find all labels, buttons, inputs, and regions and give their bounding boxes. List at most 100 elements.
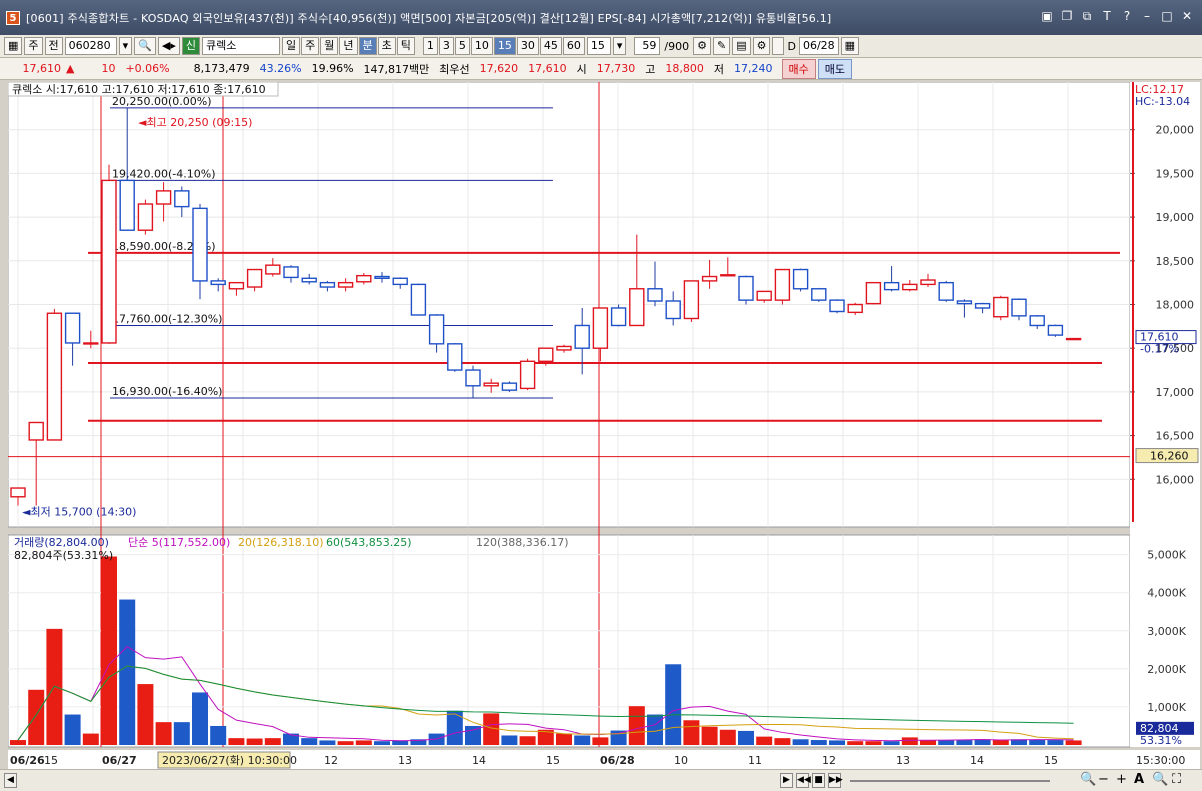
volume-bar — [992, 740, 1009, 745]
settings-icon[interactable]: ⚙ — [752, 37, 771, 55]
candle-body — [974, 302, 991, 309]
buy-button[interactable]: 매수 — [781, 58, 816, 79]
period-button-1[interactable]: 주 — [301, 37, 320, 55]
volume-header: 거래량(82,804.00) — [14, 536, 109, 549]
period-button-3[interactable]: 년 — [339, 37, 358, 55]
candle-body — [228, 281, 245, 290]
x-axis-label: 15 — [1044, 754, 1058, 767]
close-icon[interactable]: ✕ — [1180, 9, 1194, 24]
candle-body — [774, 268, 791, 301]
chart-type-icon[interactable]: ▦ — [4, 37, 23, 55]
ask-price: 17,620 — [479, 62, 519, 75]
fib-label: 20,250.00(0.00%) — [112, 95, 212, 108]
interval-button-2[interactable]: 5 — [454, 37, 470, 55]
save-icon[interactable]: ▤ — [732, 37, 751, 55]
date-checkbox[interactable] — [772, 37, 785, 55]
scroll-first-button[interactable]: ◀◀ — [796, 773, 811, 788]
volume-bar — [1065, 740, 1082, 745]
candle-body — [592, 307, 609, 349]
interval-button-7[interactable]: 60 — [562, 37, 585, 55]
volume-bar — [519, 736, 536, 745]
calendar-icon[interactable]: ▦ — [840, 37, 860, 55]
volume-bar — [610, 730, 627, 745]
period-button-0[interactable]: 일 — [282, 37, 301, 55]
zoom-slider[interactable] — [850, 780, 1050, 782]
market-select[interactable]: 주 — [24, 37, 43, 55]
interval-dropdown-icon[interactable]: ▾ — [612, 37, 627, 55]
interval-input[interactable]: 15 — [586, 37, 611, 55]
fullscreen-icon[interactable]: ⛶ — [1172, 772, 1181, 787]
count-input[interactable]: 59 — [634, 37, 661, 55]
volume-bar — [829, 740, 845, 745]
maximize-icon[interactable]: □ — [1160, 9, 1174, 24]
volume-bar — [337, 741, 354, 745]
volume-tick-label: 4,000K — [1147, 587, 1186, 600]
volume-ratio: 43.26% — [259, 62, 302, 75]
candle-body — [519, 360, 536, 390]
ma-legend: 20(126,318.10) — [238, 536, 324, 549]
period-button-6[interactable]: 틱 — [396, 37, 415, 55]
candle-body — [629, 288, 645, 327]
type-select[interactable]: 전 — [44, 37, 63, 55]
search-icon[interactable]: 🔍 — [134, 37, 156, 55]
zoom-out-icon[interactable]: 🔍 — [1080, 772, 1096, 787]
minimize-icon[interactable]: – — [1140, 9, 1154, 24]
open-price: 17,730 — [596, 62, 636, 75]
volume-bar — [810, 740, 827, 745]
restore-icon[interactable]: ❐ — [1060, 9, 1074, 24]
font-size-button[interactable]: A — [1134, 772, 1144, 787]
zoom-minus-button[interactable]: − — [1098, 772, 1109, 787]
price-tick-label: 16,000 — [1156, 473, 1195, 486]
volume-bar — [355, 740, 372, 745]
sell-button[interactable]: 매도 — [817, 58, 853, 79]
zoom-in-icon[interactable]: 🔍 — [1152, 772, 1168, 787]
volume-tick-label: 1,000K — [1147, 701, 1186, 714]
speaker-icon[interactable]: ◀▸ — [157, 37, 180, 55]
interval-button-3[interactable]: 10 — [470, 37, 493, 55]
app-icon: 5 — [6, 10, 20, 25]
period-button-2[interactable]: 월 — [320, 37, 339, 55]
current-price: 17,610 — [22, 62, 62, 75]
x-axis-label: 06/26 — [10, 754, 45, 767]
interval-button-1[interactable]: 3 — [438, 37, 454, 55]
period-button-4[interactable]: 분 — [358, 37, 377, 55]
volume-bar — [719, 729, 736, 745]
candle-body — [738, 275, 754, 301]
candle-body — [137, 203, 154, 231]
up-arrow-icon: ▲ — [66, 62, 75, 75]
scroll-last-button[interactable]: ▶▶ — [828, 773, 843, 788]
candle-body — [829, 299, 845, 313]
tile-icon[interactable]: ⧉ — [1080, 9, 1094, 24]
scroll-left-button[interactable]: ◀ — [4, 773, 17, 788]
scroll-right-button[interactable]: ▶ — [780, 773, 793, 788]
volume-bar — [64, 714, 81, 745]
indicator-icon[interactable]: ⚙ — [693, 37, 711, 55]
volume-bar — [956, 740, 973, 745]
stock-chart[interactable]: 16,00016,50017,00017,50018,00018,50019,0… — [8, 82, 1200, 769]
candle-body — [246, 268, 263, 288]
candle-body — [920, 279, 936, 286]
candle-body — [83, 342, 99, 345]
draw-icon[interactable]: ✎ — [712, 37, 731, 55]
interval-button-0[interactable]: 1 — [422, 37, 438, 55]
candle-body — [155, 190, 172, 205]
volume-bar — [901, 737, 918, 745]
stop-button[interactable]: ■ — [812, 773, 825, 788]
interval-button-4[interactable]: 15 — [493, 37, 516, 55]
date-input[interactable]: 06/28 — [798, 37, 839, 55]
code-dropdown-icon[interactable]: ▾ — [118, 37, 133, 55]
font-icon[interactable]: T — [1100, 9, 1114, 24]
candle-body — [720, 274, 736, 277]
period-button-5[interactable]: 초 — [377, 37, 396, 55]
x-axis-label: 14 — [970, 754, 984, 767]
interval-button-6[interactable]: 45 — [539, 37, 562, 55]
interval-button-5[interactable]: 30 — [516, 37, 539, 55]
window-list-icon[interactable]: ▣ — [1040, 9, 1054, 24]
bottom-scrollbar[interactable]: ◀ ▶ ◀◀ ■ ▶▶ 🔍 − + A 🔍 ⛶ — [0, 769, 1202, 791]
candle-body — [792, 268, 809, 290]
candle-body — [938, 281, 954, 301]
zoom-plus-button[interactable]: + — [1116, 772, 1127, 787]
help-icon[interactable]: ? — [1120, 9, 1134, 24]
candle-body — [811, 288, 827, 301]
code-input[interactable]: 060280 — [64, 37, 117, 55]
